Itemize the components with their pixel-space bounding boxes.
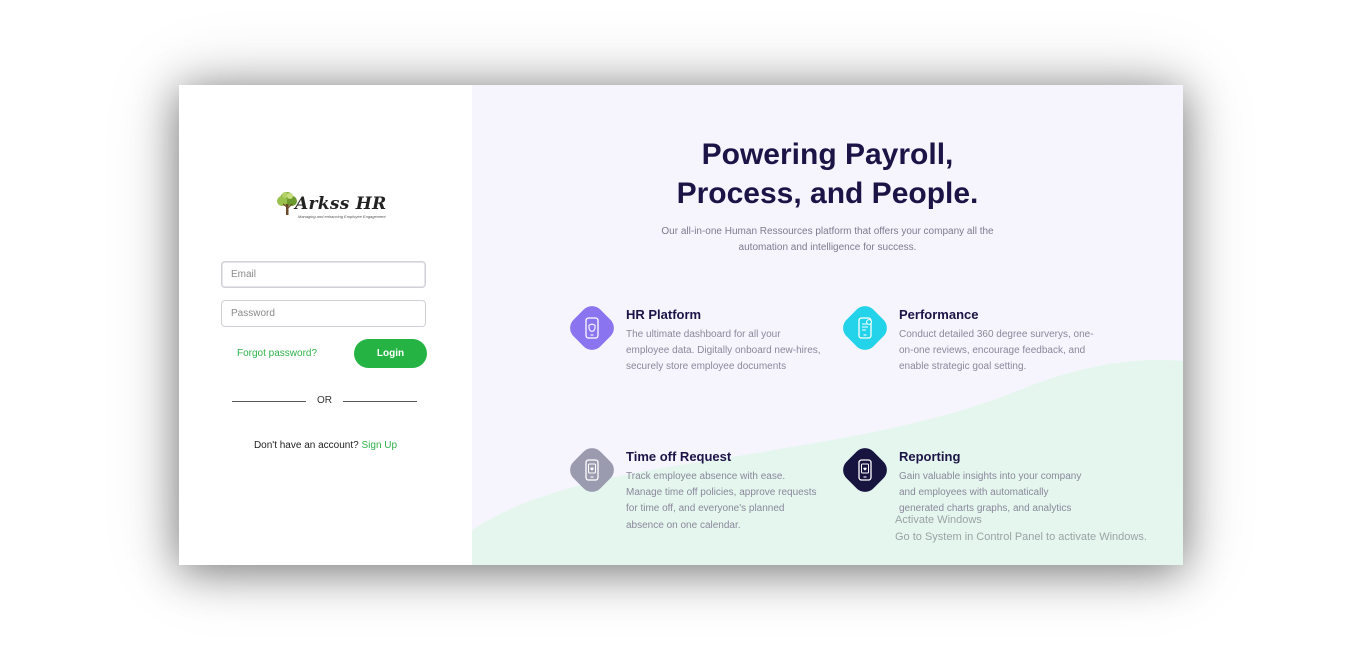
feature-title: Time off Request <box>626 449 732 464</box>
watermark-title: Activate Windows <box>895 514 982 526</box>
signup-link[interactable]: Sign Up <box>361 440 397 451</box>
marketing-panel: Powering Payroll, Process, and People. O… <box>472 85 1183 565</box>
feature-description: Track employee absence with ease. Manage… <box>626 471 817 531</box>
app-logo: Arkss HR Managing and enhancing Employee… <box>276 191 386 221</box>
or-divider-left <box>232 401 306 402</box>
login-button[interactable]: Login <box>354 339 427 368</box>
forgot-password-link[interactable]: Forgot password? <box>237 348 317 359</box>
phone-heart-icon <box>571 449 613 491</box>
password-input[interactable] <box>221 300 426 327</box>
hero-subtitle: Our all-in-one Human Ressources platform… <box>661 226 994 253</box>
phone-shield-icon <box>571 307 613 349</box>
feature-description: Conduct detailed 360 degree surverys, on… <box>899 329 1094 373</box>
or-divider-right <box>343 401 417 402</box>
phone-checklist-icon <box>844 307 886 349</box>
feature-description: The ultimate dashboard for all your empl… <box>626 329 821 373</box>
phone-heart-icon <box>844 449 886 491</box>
signup-prompt: Don't have an account? Sign Up <box>179 440 472 451</box>
email-input[interactable] <box>221 261 426 288</box>
feature-description: Gain valuable insights into your company… <box>899 471 1082 515</box>
watermark-message: Go to System in Control Panel to activat… <box>895 531 1147 543</box>
logo-wordmark: Arkss HR <box>295 194 387 214</box>
login-panel: Arkss HR Managing and enhancing Employee… <box>179 85 472 565</box>
hero-title-line-1: Powering Payroll, <box>701 138 954 171</box>
feature-title: HR Platform <box>626 307 702 322</box>
feature-title: Reporting <box>899 449 961 464</box>
logo-tagline: Managing and enhancing Employee Engageme… <box>298 214 386 219</box>
feature-title: Performance <box>899 307 979 322</box>
or-divider-label: OR <box>317 395 332 406</box>
login-page-window: Arkss HR Managing and enhancing Employee… <box>179 85 1183 565</box>
hero-title-line-2: Process, and People. <box>676 177 979 210</box>
hero-title: Powering Payroll, Process, and People. <box>472 135 1183 213</box>
windows-activation-watermark: Activate Windows Go to System in Control… <box>895 512 1147 546</box>
no-account-text: Don't have an account? <box>253 440 359 451</box>
